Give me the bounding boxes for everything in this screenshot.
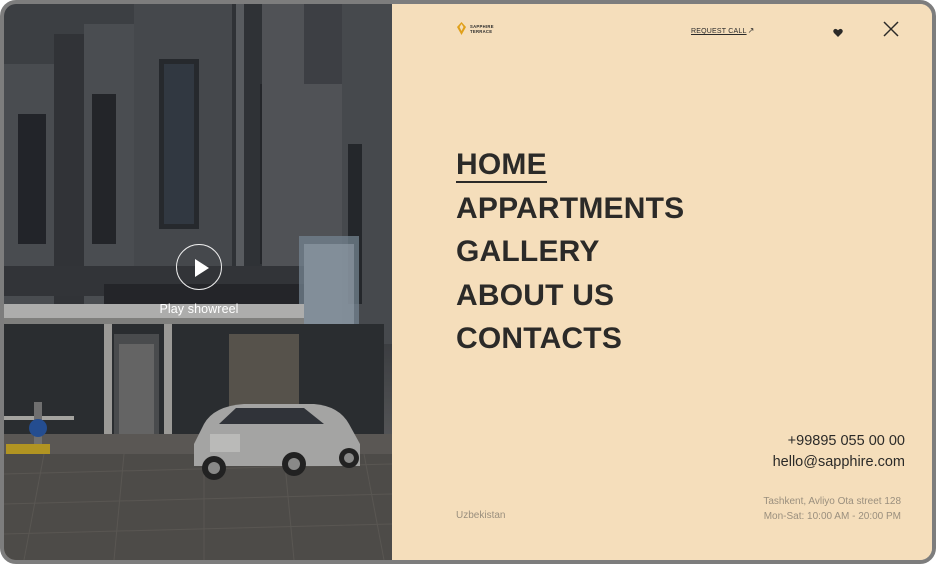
nav-item-contacts[interactable]: CONTACTS [456, 317, 684, 361]
nav-label: APPARTMENTS [456, 191, 685, 225]
phone-link[interactable]: +99895 055 00 00 [773, 431, 905, 452]
hero-photo: Play showreel [4, 4, 392, 560]
play-showreel[interactable]: Play showreel [154, 244, 244, 316]
logo[interactable]: SAPPHIRE TERRACE [456, 22, 494, 35]
request-call-link[interactable]: REQUEST CALL↗ [691, 26, 754, 35]
address-block: Tashkent, Avliyo Ota street 128 Mon-Sat:… [763, 494, 901, 524]
nav-item-home[interactable]: HOME [456, 143, 684, 187]
email-link[interactable]: hello@sapphire.com [773, 452, 905, 473]
logo-line2: TERRACE [470, 28, 493, 34]
play-label: Play showreel [159, 302, 239, 316]
logo-icon [457, 22, 466, 35]
arrow-up-right-icon: ↗ [747, 26, 755, 35]
app-window: Play showreel SAPPHIRE TERRACE REQUEST C… [0, 0, 936, 564]
close-icon[interactable] [883, 21, 899, 37]
nav-label: CONTACTS [456, 322, 623, 355]
logo-text: SAPPHIRE TERRACE [470, 24, 494, 34]
contact-info: +99895 055 00 00 hello@sapphire.com [773, 431, 905, 473]
nav-label: HOME [456, 148, 547, 183]
play-icon [195, 259, 209, 277]
request-call-label: REQUEST CALL [691, 28, 747, 35]
nav-label: ABOUT US [456, 278, 615, 312]
nav-label: GALLERY [456, 235, 600, 268]
address-line: Tashkent, Avliyo Ota street 128 [763, 496, 901, 507]
country-label: Uzbekistan [456, 510, 506, 521]
heart-icon[interactable] [833, 28, 843, 38]
nav-item-gallery[interactable]: GALLERY [456, 230, 684, 274]
menu-panel: SAPPHIRE TERRACE REQUEST CALL↗ HOME APPA… [392, 4, 932, 560]
nav-item-appartments[interactable]: APPARTMENTS [456, 187, 684, 231]
opening-hours: Mon-Sat: 10:00 AM - 20:00 PM [763, 511, 901, 522]
main-nav: HOME APPARTMENTS GALLERY ABOUT US CONTAC… [456, 143, 684, 361]
play-button[interactable] [176, 244, 222, 290]
nav-item-about-us[interactable]: ABOUT US [456, 274, 684, 318]
